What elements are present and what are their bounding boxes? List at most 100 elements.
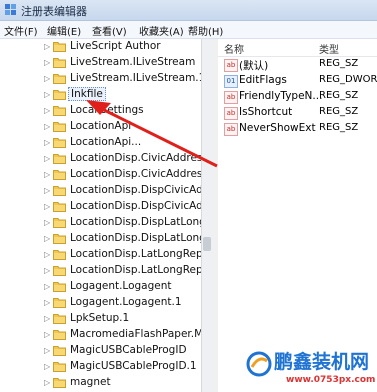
folder-icon: [53, 74, 66, 84]
tree-item-label: LocationDisp.DispLatLongRe: [70, 216, 201, 228]
expand-arrow-icon[interactable]: ▷: [44, 90, 50, 99]
tree-item-label: MagicUSBCableProgID.1: [70, 360, 197, 372]
tree-item[interactable]: ▷ LocationDisp.DispLatLongRe: [0, 215, 201, 231]
expand-arrow-icon[interactable]: ▷: [44, 122, 50, 131]
folder-icon: [53, 282, 66, 292]
folder-icon: [53, 218, 66, 228]
brand-logo-icon: [246, 351, 272, 377]
folder-icon: [53, 138, 66, 148]
value-name: EditFlags: [239, 74, 287, 86]
value-type: REG_DWORD: [319, 74, 377, 85]
tree-item[interactable]: ▷ LocationDisp.DispLatLongRe: [0, 231, 201, 247]
registry-key-tree[interactable]: ▷ LiveScript Author ▷ LiveStream.ILiveStrea…: [0, 39, 201, 392]
tree-item-label: Local Settings: [70, 104, 144, 116]
tree-item[interactable]: ▷ LiveScript Author: [0, 39, 201, 55]
tree-item[interactable]: ▷ MacromediaFlashPaper.Mac: [0, 327, 201, 343]
folder-icon: [53, 170, 66, 180]
tree-item[interactable]: ▷ Logagent.Logagent: [0, 279, 201, 295]
expand-arrow-icon[interactable]: ▷: [44, 266, 50, 275]
value-type: REG_SZ: [319, 58, 359, 69]
expand-arrow-icon[interactable]: ▷: [44, 74, 50, 83]
tree-item[interactable]: ▷ MagicUSBCableProgID.1: [0, 359, 201, 375]
tree-item-label: LocationApi: [70, 120, 132, 132]
string-value-icon: ab: [224, 91, 238, 104]
title-bar: 注册表编辑器: [0, 0, 377, 21]
menu-edit[interactable]: 编辑(E): [47, 23, 81, 38]
tree-item-label: LpkSetup.1: [70, 312, 130, 324]
tree-item[interactable]: ▷ MagicUSBCableProgID: [0, 343, 201, 359]
value-row[interactable]: ab IsShortcut REG_SZ: [218, 105, 377, 121]
value-row[interactable]: 01EditFlags REG_DWORD: [218, 73, 377, 89]
column-header-type[interactable]: 类型: [319, 41, 339, 56]
expand-arrow-icon[interactable]: ▷: [44, 314, 50, 323]
site-watermark: 鹏鑫装机网 www.0753px.com: [246, 347, 377, 392]
tree-item[interactable]: ▷ LpkSetup.1: [0, 311, 201, 327]
tree-item[interactable]: ▷ LiveStream.ILiveStream.1: [0, 71, 201, 87]
tree-item[interactable]: ▷ LocationDisp.DispCivicAddre: [0, 199, 201, 215]
scrollbar-thumb[interactable]: [203, 237, 211, 251]
expand-arrow-icon[interactable]: ▷: [44, 106, 50, 115]
folder-icon: [53, 154, 66, 164]
expand-arrow-icon[interactable]: ▷: [44, 170, 50, 179]
tree-item[interactable]: ▷ LiveStream.ILiveStream: [0, 55, 201, 71]
tree-item[interactable]: ▷ LocationDisp.LatLongReport: [0, 263, 201, 279]
tree-item-label: LocationDisp.DispLatLongRe: [70, 232, 201, 244]
column-header-name[interactable]: 名称: [224, 41, 244, 56]
menu-file[interactable]: 文件(F): [4, 23, 38, 38]
expand-arrow-icon[interactable]: ▷: [44, 346, 50, 355]
tree-item[interactable]: ▷ magnet: [0, 375, 201, 391]
expand-arrow-icon[interactable]: ▷: [44, 282, 50, 291]
value-row[interactable]: ab NeverShowExt REG_SZ: [218, 121, 377, 137]
folder-icon: [53, 298, 66, 308]
tree-item-label: LocationDisp.DispCivicAddre: [70, 184, 201, 196]
value-type: REG_SZ: [319, 122, 359, 133]
string-value-icon: ab: [224, 107, 238, 120]
tree-item-label: LocationDisp.CivicAddressRe: [70, 168, 201, 180]
folder-icon: [53, 378, 66, 388]
string-value-icon: ab: [224, 123, 238, 136]
expand-arrow-icon[interactable]: ▷: [44, 250, 50, 259]
folder-icon: [53, 90, 66, 100]
folder-icon: [53, 346, 66, 356]
tree-item[interactable]: ▷ LocationApi...: [0, 135, 201, 151]
value-row[interactable]: ab (默认) REG_SZ: [218, 57, 377, 73]
expand-arrow-icon[interactable]: ▷: [44, 378, 50, 387]
value-row[interactable]: ab FriendlyTypeN... REG_SZ: [218, 89, 377, 105]
regedit-icon: [5, 4, 16, 15]
menu-favorites[interactable]: 收藏夹(A): [139, 23, 184, 38]
tree-scrollbar[interactable]: [201, 39, 213, 392]
tree-item[interactable]: ▷ LocationDisp.CivicAddressRe: [0, 151, 201, 167]
tree-item[interactable]: ▷ Logagent.Logagent.1: [0, 295, 201, 311]
tree-item-label: LiveStream.ILiveStream.1: [70, 72, 201, 84]
expand-arrow-icon[interactable]: ▷: [44, 362, 50, 371]
tree-item-label: LocationDisp.DispCivicAddre: [70, 200, 201, 212]
menu-help[interactable]: 帮助(H): [188, 23, 223, 38]
expand-arrow-icon[interactable]: ▷: [44, 330, 50, 339]
expand-arrow-icon[interactable]: ▷: [44, 202, 50, 211]
tree-item-label: LocationDisp.CivicAddressRe: [70, 152, 201, 164]
folder-icon: [53, 362, 66, 372]
menu-view[interactable]: 查看(V): [92, 23, 127, 38]
tree-item[interactable]: ▷ Inkfile: [0, 87, 201, 103]
tree-item[interactable]: ▷ LocationDisp.LatLongReport: [0, 247, 201, 263]
registry-values-list[interactable]: 名称 类型 ab(默认)REG_SZ01EditFlagsREG_DWORDab…: [218, 39, 377, 392]
expand-arrow-icon[interactable]: ▷: [44, 218, 50, 227]
folder-icon: [53, 330, 66, 340]
folder-icon: [53, 266, 66, 276]
expand-arrow-icon[interactable]: ▷: [44, 138, 50, 147]
tree-item-label: MacromediaFlashPaper.Mac: [70, 328, 201, 340]
tree-item[interactable]: ▷ Local Settings: [0, 103, 201, 119]
expand-arrow-icon[interactable]: ▷: [44, 154, 50, 163]
expand-arrow-icon[interactable]: ▷: [44, 58, 50, 67]
expand-arrow-icon[interactable]: ▷: [44, 234, 50, 243]
expand-arrow-icon[interactable]: ▷: [44, 298, 50, 307]
tree-item[interactable]: ▷ LocationApi: [0, 119, 201, 135]
expand-arrow-icon[interactable]: ▷: [44, 42, 50, 51]
tree-item-label: Logagent.Logagent: [70, 280, 172, 292]
tree-item[interactable]: ▷ LocationDisp.CivicAddressRe: [0, 167, 201, 183]
folder-icon: [53, 234, 66, 244]
value-type: REG_SZ: [319, 106, 359, 117]
tree-item-label: LocationDisp.LatLongReport: [70, 264, 201, 276]
expand-arrow-icon[interactable]: ▷: [44, 186, 50, 195]
tree-item[interactable]: ▷ LocationDisp.DispCivicAddre: [0, 183, 201, 199]
